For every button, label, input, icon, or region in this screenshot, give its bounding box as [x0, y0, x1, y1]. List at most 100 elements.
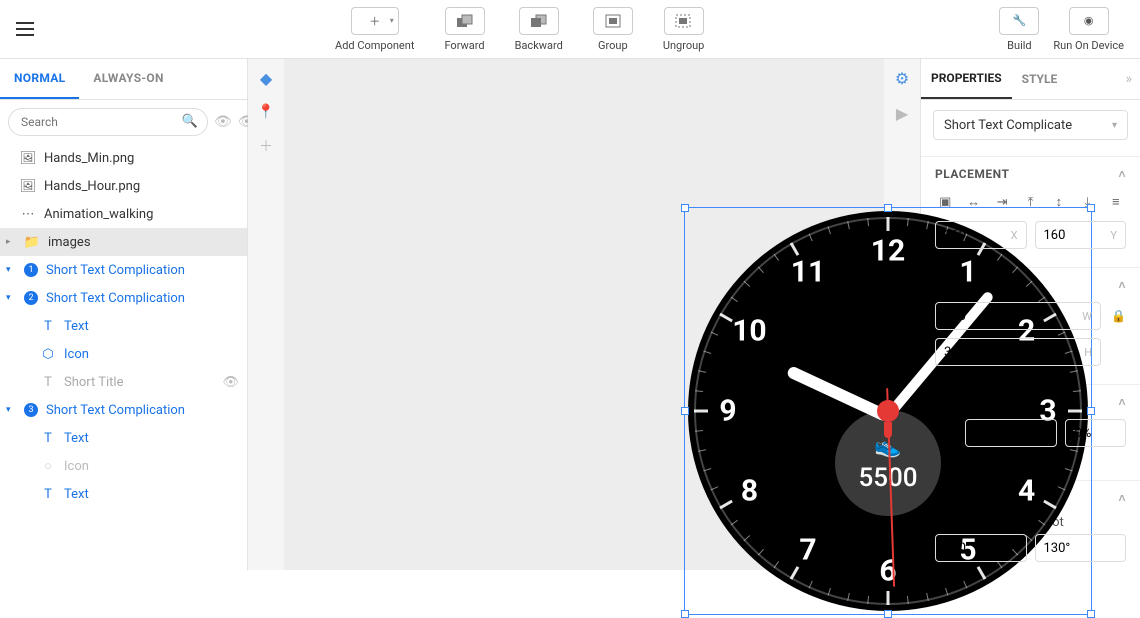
left-dock: ◆ 📍 ＋ [248, 59, 284, 570]
handle-bl[interactable] [681, 610, 689, 618]
tab-style[interactable]: STYLE [1012, 60, 1068, 98]
sliders-icon[interactable]: ⚙ [895, 69, 909, 88]
y-field[interactable]: Y [1035, 221, 1127, 249]
h-input[interactable] [944, 345, 1092, 360]
layer-hands-min[interactable]: 🖼Hands_Min.png [0, 144, 247, 172]
canvas[interactable]: 121234567891011 👟 5500 [284, 59, 884, 570]
chevron-right-icon: ▸ [6, 237, 16, 247]
handle-tm[interactable] [884, 204, 892, 212]
layer-text-3[interactable]: TText [0, 480, 247, 508]
hex-field[interactable] [965, 419, 1057, 447]
hidden-icon[interactable]: 👁 [222, 375, 239, 390]
x-field[interactable]: X [935, 221, 1027, 249]
y-input[interactable] [1044, 228, 1118, 243]
badge-1: 1 [24, 263, 38, 277]
play-circle-icon: ◉ [1084, 14, 1094, 27]
menu-button[interactable] [16, 17, 40, 41]
chevron-up-icon[interactable]: ˄ [1118, 278, 1126, 292]
animation-icon: ⋯ [20, 207, 36, 222]
add-component-label: Add Component [335, 39, 414, 52]
folder-icon: 📁 [24, 235, 40, 250]
handle-bm[interactable] [884, 610, 892, 618]
chevron-down-icon: ▾ [6, 293, 16, 303]
backward-button[interactable]: Backward [515, 7, 563, 52]
collapse-panel-icon[interactable]: » [1125, 71, 1132, 87]
layer-text-2[interactable]: TText [0, 424, 247, 452]
tab-properties[interactable]: PROPERTIES [921, 59, 1012, 99]
text-icon: T [40, 431, 56, 446]
build-button[interactable]: 🔧 Build [999, 7, 1039, 52]
layers-icon[interactable]: ◆ [260, 69, 272, 88]
forward-button[interactable]: Forward [444, 7, 484, 52]
pin-icon[interactable]: 📍 [257, 104, 274, 120]
chevron-down-icon: ▾ [1112, 120, 1117, 131]
layer-hands-hour[interactable]: 🖼Hands_Hour.png [0, 172, 247, 200]
search-input[interactable] [8, 108, 208, 136]
center-field[interactable] [935, 534, 1027, 562]
ungroup-label: Ungroup [663, 39, 705, 52]
image-icon: 🖼 [20, 179, 36, 194]
build-label: Build [1007, 39, 1031, 52]
layer-short-title[interactable]: TShort Title👁 [0, 368, 247, 396]
component-type-dropdown[interactable]: Short Text Complicate ▾ [933, 110, 1128, 140]
handle-ml[interactable] [681, 407, 689, 415]
layer-icon-2[interactable]: ○Icon [0, 452, 247, 480]
lock-icon[interactable]: 🔒 [1109, 302, 1126, 330]
layer-stc-3[interactable]: ▾3Short Text Complication [0, 396, 247, 424]
text-icon: T [40, 487, 56, 502]
layer-icon-1[interactable]: ⬡Icon [0, 340, 247, 368]
text-icon: T [40, 319, 56, 334]
h-field[interactable]: H [935, 338, 1101, 366]
chevron-down-icon: ▾ [6, 405, 16, 415]
section-placement: PLACEMENT [935, 167, 1009, 181]
handle-mr[interactable] [1087, 407, 1095, 415]
handle-tl[interactable] [681, 204, 689, 212]
selection-box[interactable] [684, 207, 1092, 615]
badge-3: 3 [24, 403, 38, 417]
layer-stc-1[interactable]: ▾1Short Text Complication [0, 256, 247, 284]
x-input[interactable] [944, 228, 1018, 243]
plus-icon: ＋ [369, 13, 380, 29]
layer-text-1[interactable]: TText [0, 312, 247, 340]
add-component-button[interactable]: ＋▾ Add Component [335, 7, 414, 52]
visibility-off-icon[interactable]: 👁 [214, 114, 232, 130]
forward-icon [456, 14, 474, 28]
pivot-field[interactable] [1035, 534, 1127, 562]
center-input[interactable] [944, 541, 1018, 556]
opacity-input[interactable] [1074, 426, 1117, 441]
w-input[interactable] [944, 309, 1092, 324]
badge-2: 2 [24, 291, 38, 305]
text-icon: T [40, 375, 56, 390]
hex-input[interactable] [974, 426, 1048, 441]
layer-stc-2[interactable]: ▾2Short Text Complication [0, 284, 247, 312]
image-icon: 🖼 [20, 151, 36, 166]
backward-icon [530, 14, 548, 28]
add-icon[interactable]: ＋ [259, 136, 273, 156]
play-icon[interactable]: ▶ [896, 104, 908, 123]
align-distribute-icon[interactable]: ≡ [1106, 191, 1126, 213]
handle-tr[interactable] [1087, 204, 1095, 212]
run-label: Run On Device [1053, 39, 1124, 52]
layer-tree: 🖼Hands_Min.png 🖼Hands_Hour.png ⋯Animatio… [0, 144, 247, 570]
chevron-up-icon[interactable]: ˄ [1118, 395, 1126, 409]
layer-images-folder[interactable]: ▸📁images [0, 228, 247, 256]
ungroup-button[interactable]: Ungroup [663, 7, 705, 52]
group-icon [605, 14, 621, 28]
handle-br[interactable] [1087, 610, 1095, 618]
opacity-field[interactable] [1065, 419, 1126, 447]
tab-always-on[interactable]: ALWAYS-ON [79, 59, 177, 99]
backward-label: Backward [515, 39, 563, 52]
tab-normal[interactable]: NORMAL [0, 59, 79, 99]
dropdown-value: Short Text Complicate [944, 118, 1072, 133]
layer-animation-walking[interactable]: ⋯Animation_walking [0, 200, 247, 228]
chevron-up-icon[interactable]: ˄ [1118, 491, 1126, 505]
pivot-input[interactable] [1044, 541, 1118, 556]
shape-icon: ○ [40, 458, 56, 474]
group-label: Group [598, 39, 628, 52]
wrench-icon: 🔧 [1013, 14, 1027, 27]
chevron-up-icon[interactable]: ˄ [1118, 167, 1126, 181]
left-tabs: NORMAL ALWAYS-ON [0, 59, 247, 100]
w-field[interactable]: W [935, 302, 1101, 330]
group-button[interactable]: Group [593, 7, 633, 52]
run-on-device-button[interactable]: ◉ Run On Device [1053, 7, 1124, 52]
